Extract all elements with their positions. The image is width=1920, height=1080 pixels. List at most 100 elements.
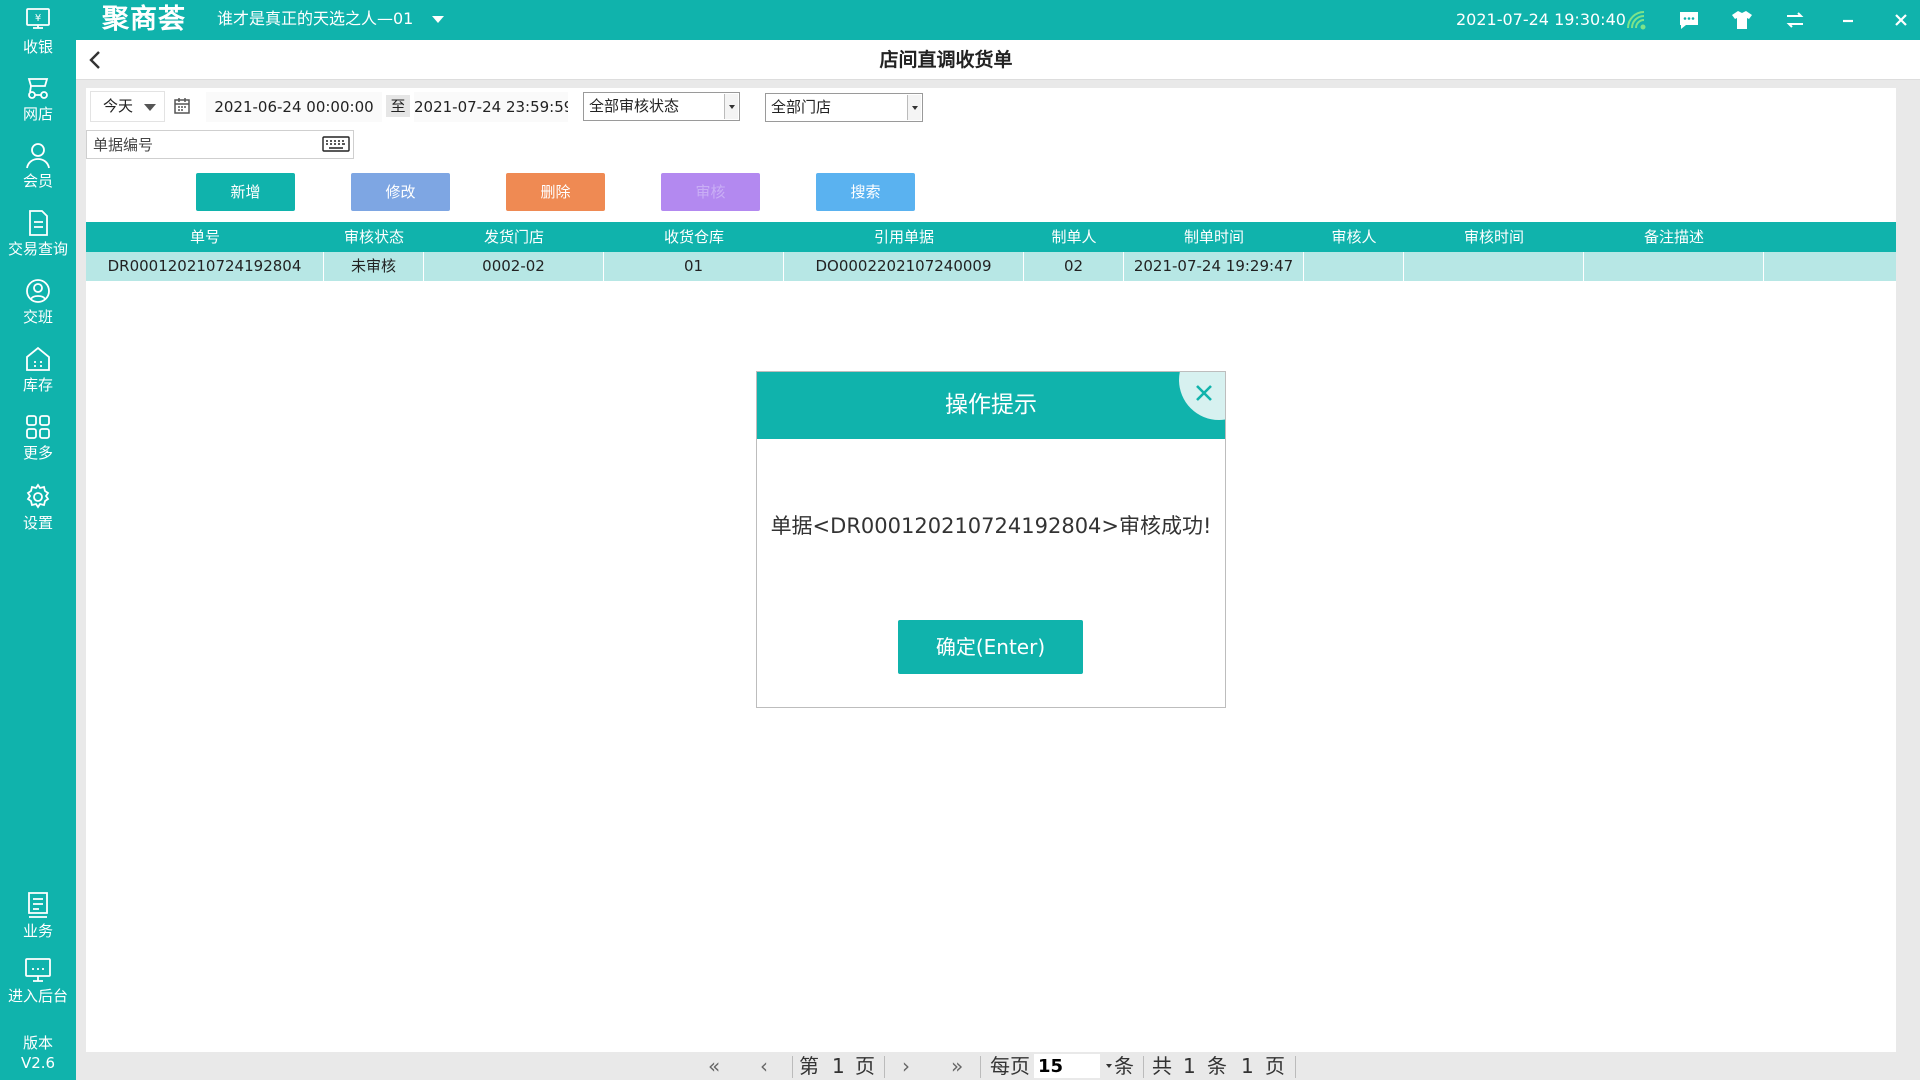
table-header: 单号 审核状态 发货门店 收货仓库 引用单据 制单人 制单时间 审核人 审核时间… [86, 222, 1896, 252]
cell-audit-time [1404, 252, 1584, 281]
inventory-icon [26, 346, 50, 371]
operation-prompt-dialog: 操作提示 单据<DR000120210724192804>审核成功! 确定(En… [756, 371, 1226, 708]
divider [980, 1056, 981, 1078]
end-date-input[interactable] [414, 92, 568, 122]
doc-number-input[interactable] [86, 130, 354, 159]
dropdown-arrow-icon [907, 95, 921, 120]
shift-handover-icon [26, 279, 50, 303]
audit-status-value: 全部审核状态 [589, 97, 680, 115]
sidebar-item-online-store[interactable]: 网店 [0, 73, 76, 135]
delete-button[interactable]: 删除 [506, 173, 605, 211]
close-icon [1196, 385, 1212, 401]
sidebar-item-backend[interactable]: 进入后台 [0, 955, 76, 1017]
audit-status-select[interactable]: 全部审核状态 [583, 92, 740, 121]
cell-audit-status: 未审核 [324, 252, 424, 281]
cell-receive-warehouse: 01 [604, 252, 784, 281]
minimize-icon[interactable] [1836, 8, 1860, 32]
cell-ref-doc: DO0002202107240009 [784, 252, 1024, 281]
column-header[interactable]: 审核时间 [1404, 222, 1584, 252]
sidebar-item-label: 网店 [22, 105, 53, 123]
message-icon[interactable] [1677, 8, 1701, 32]
sidebar-item-shift-handover[interactable]: 交班 [0, 276, 76, 338]
shop-name[interactable]: 谁才是真正的天选之人—01 [217, 8, 413, 30]
sidebar-item-business[interactable]: 业务 [0, 890, 76, 952]
transaction-query-icon [29, 210, 48, 236]
sidebar-item-settings[interactable]: 设置 [0, 482, 76, 544]
sidebar-item-label: 会员 [22, 172, 53, 190]
skin-shirt-icon[interactable] [1730, 8, 1754, 32]
column-header[interactable]: 审核状态 [324, 222, 424, 252]
total-unit: 条 [1207, 1054, 1227, 1078]
last-page-icon[interactable]: » [951, 1052, 963, 1080]
sidebar: ¥ 收银 网店 会员 交易查询 交班 库存 更多 设置 业务 进入后台 版本 V… [0, 0, 76, 1080]
column-header[interactable]: 制单时间 [1124, 222, 1304, 252]
sidebar-item-label: 业务 [22, 922, 53, 940]
next-page-icon[interactable]: › [902, 1052, 910, 1080]
sidebar-item-cashier[interactable]: ¥ 收银 [0, 6, 76, 68]
version-info: 版本 V2.6 [0, 1033, 76, 1073]
edit-button[interactable]: 修改 [351, 173, 450, 211]
shop-dropdown-icon[interactable] [432, 16, 444, 23]
column-header[interactable]: 备注描述 [1584, 222, 1764, 252]
prev-page-icon[interactable]: ‹ [760, 1052, 768, 1080]
add-button[interactable]: 新增 [196, 173, 295, 211]
page-suffix: 页 [855, 1054, 875, 1078]
online-store-icon [27, 78, 49, 99]
sidebar-item-label: 收银 [22, 38, 53, 56]
chevron-down-icon [144, 104, 156, 111]
column-header[interactable]: 收货仓库 [604, 222, 784, 252]
divider [76, 80, 1920, 88]
per-page-dropdown-icon[interactable] [1106, 1064, 1112, 1068]
sidebar-item-inventory[interactable]: 库存 [0, 344, 76, 406]
sidebar-item-label: 交班 [22, 308, 53, 326]
title-bar: 店间直调收货单 [76, 40, 1920, 80]
pagination: « ‹ 第 1 页 › » 每页 条 共 1 条 1 页 [76, 1052, 1920, 1080]
per-page-input[interactable] [1034, 1054, 1100, 1078]
close-window-icon[interactable] [1889, 8, 1913, 32]
current-page: 1 [832, 1054, 845, 1078]
column-header[interactable]: 发货门店 [424, 222, 604, 252]
keyboard-icon[interactable] [322, 134, 350, 154]
network-signal-icon[interactable] [1624, 8, 1648, 32]
start-date-input[interactable] [206, 92, 382, 122]
cell-create-time: 2021-07-24 19:29:47 [1124, 252, 1304, 281]
svg-text:¥: ¥ [35, 13, 41, 24]
column-header[interactable]: 单号 [86, 222, 324, 252]
dropdown-arrow-icon [724, 94, 738, 119]
search-button[interactable]: 搜索 [816, 173, 915, 211]
page-title: 店间直调收货单 [879, 49, 1013, 71]
per-page-unit: 条 [1114, 1054, 1134, 1078]
total-pages: 1 [1241, 1054, 1254, 1078]
calendar-icon[interactable] [172, 96, 192, 116]
first-page-icon[interactable]: « [708, 1052, 720, 1080]
top-bar: 聚商荟 谁才是真正的天选之人—01 2021-07-24 19:30:40 [76, 0, 1920, 40]
app-logo: 聚商荟 [102, 4, 186, 35]
sidebar-item-member[interactable]: 会员 [0, 140, 76, 202]
cell-auditor [1304, 252, 1404, 281]
column-header[interactable]: 引用单据 [784, 222, 1024, 252]
store-value: 全部门店 [771, 98, 832, 116]
business-icon [28, 892, 48, 918]
settings-gear-icon [26, 483, 50, 509]
divider [1143, 1056, 1144, 1078]
sidebar-item-more[interactable]: 更多 [0, 412, 76, 474]
column-header[interactable]: 制单人 [1024, 222, 1124, 252]
store-select[interactable]: 全部门店 [765, 93, 923, 122]
cell-doc-no: DR000120210724192804 [86, 252, 324, 281]
divider [1295, 1056, 1296, 1078]
audit-button[interactable]: 审核 [661, 173, 760, 211]
confirm-button[interactable]: 确定(Enter) [898, 620, 1083, 674]
column-header[interactable]: 审核人 [1304, 222, 1404, 252]
more-grid-icon [26, 415, 50, 439]
table-row[interactable]: DR000120210724192804 未审核 0002-02 01 DO00… [86, 252, 1896, 281]
current-datetime: 2021-07-24 19:30:40 [1456, 10, 1626, 29]
right-gutter [1896, 88, 1920, 1080]
date-range-select[interactable]: 今天 [90, 91, 165, 122]
sidebar-item-transaction-query[interactable]: 交易查询 [0, 208, 76, 270]
dialog-title: 操作提示 [945, 392, 1037, 418]
date-range-value: 今天 [103, 97, 134, 115]
dialog-message: 单据<DR000120210724192804>审核成功! [770, 514, 1212, 538]
left-gutter [76, 88, 86, 1080]
sidebar-item-label: 库存 [22, 376, 53, 394]
sync-switch-icon[interactable] [1783, 8, 1807, 32]
